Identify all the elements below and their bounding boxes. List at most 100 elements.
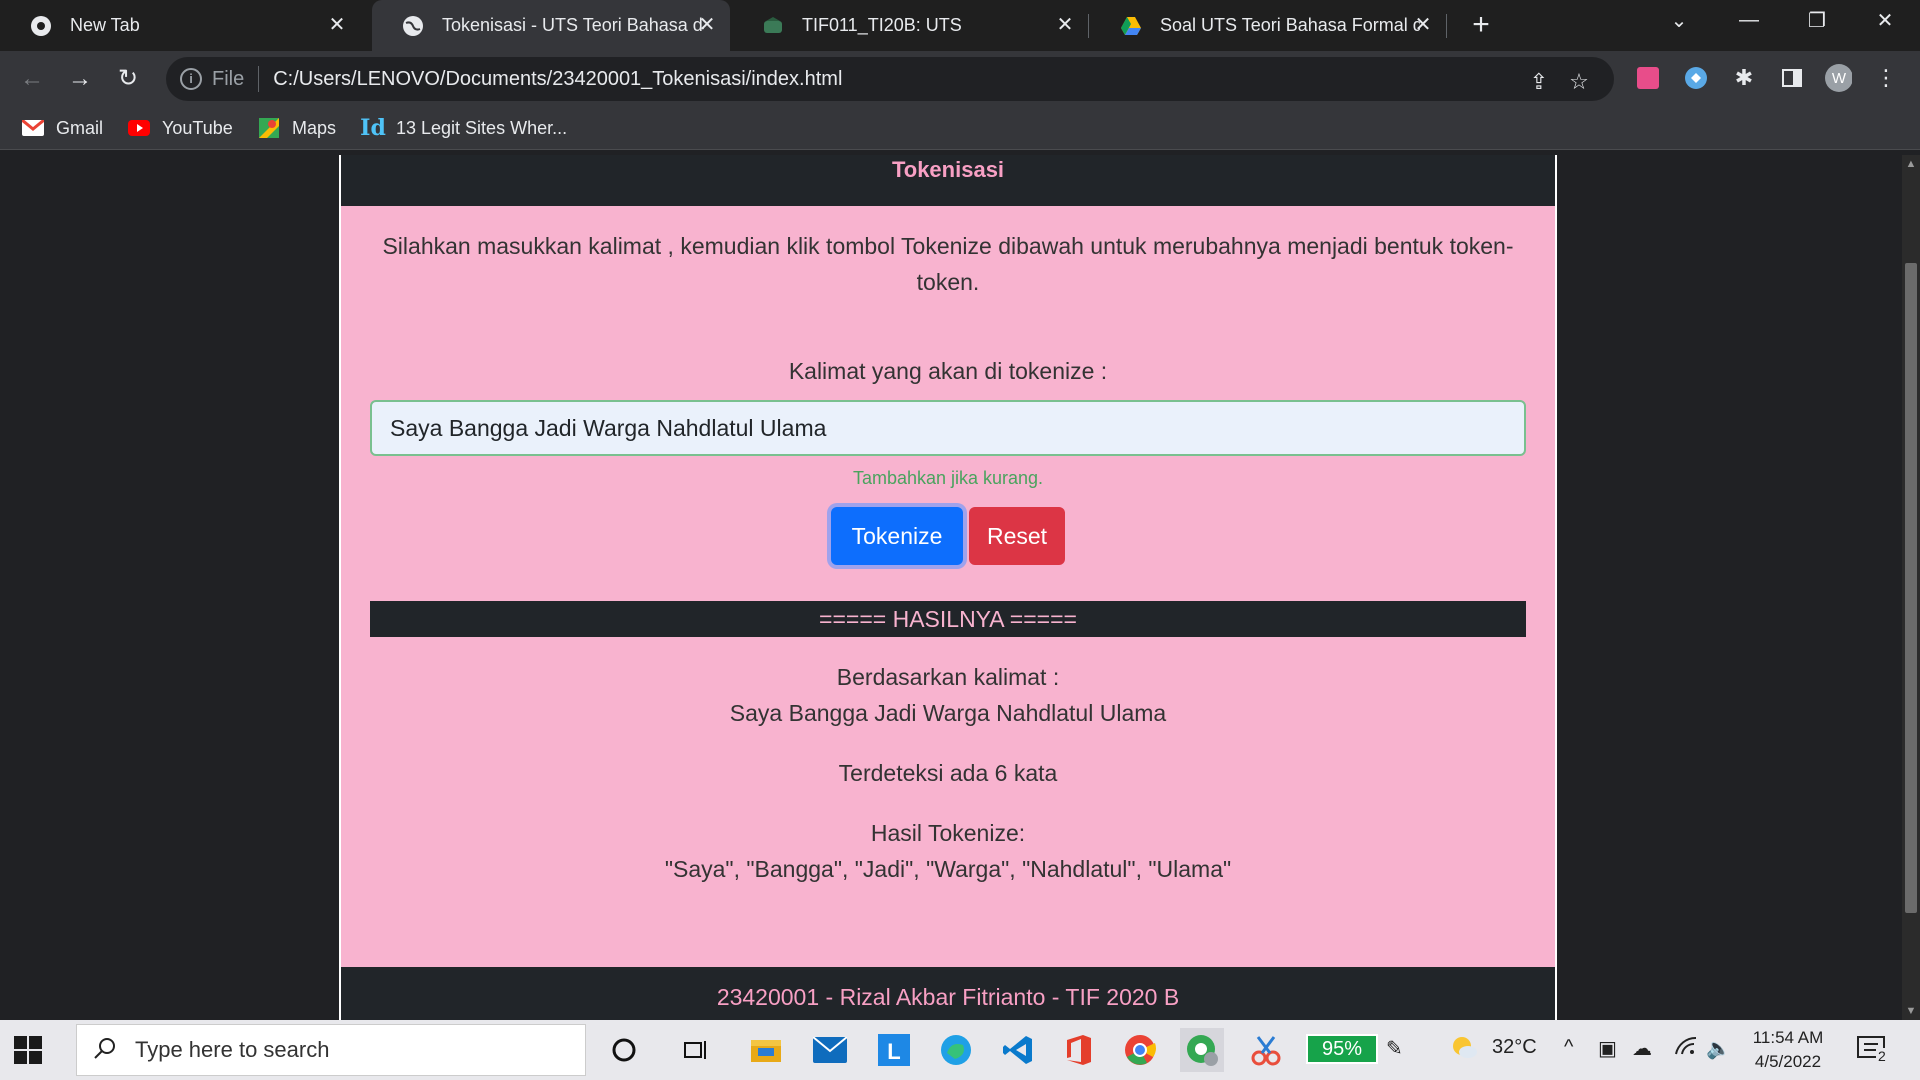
device-icon[interactable]: ▣ <box>1598 1036 1617 1061</box>
address-bar[interactable]: i File C:/Users/LENOVO/Documents/2342000… <box>166 57 1614 101</box>
pen-icon[interactable]: ✎ <box>1386 1036 1403 1061</box>
vertical-scrollbar[interactable]: ▲ ▼ <box>1902 155 1920 1020</box>
minimize-button[interactable]: — <box>1714 0 1784 40</box>
restore-button[interactable]: ❐ <box>1782 0 1852 40</box>
l-app-icon[interactable]: L <box>872 1028 916 1072</box>
share-icon[interactable]: ⇪ <box>1526 69 1552 95</box>
cortana-icon[interactable] <box>602 1028 646 1072</box>
tab-close-icon[interactable]: ✕ <box>1412 14 1434 36</box>
address-scheme: File <box>212 67 245 90</box>
bookmark-label: YouTube <box>162 117 233 138</box>
chevron-up-icon[interactable]: ^ <box>1564 1036 1573 1059</box>
tab-title: Soal UTS Teori Bahasa Formal dan <box>1160 15 1420 35</box>
bookmark-maps[interactable]: Maps <box>258 114 336 142</box>
tab-strip: New Tab ✕ Tokenisasi - UTS Teori Bahasa … <box>0 0 1920 51</box>
windows-taskbar: Type here to search L 95% ✎ 32°C ^ ▣ ☁ 🔈 <box>0 1020 1920 1080</box>
bookmark-legit-sites[interactable]: Id 13 Legit Sites Wher... <box>360 114 567 142</box>
profile-avatar[interactable]: W <box>1824 64 1852 92</box>
tokens-value: "Saya", "Bangga", "Jadi", "Warga", "Nahd… <box>664 856 1232 882</box>
file-explorer-icon[interactable] <box>744 1028 788 1072</box>
gmail-icon <box>22 119 44 137</box>
input-hint: Tambahkan jika kurang. <box>852 468 1044 488</box>
google-drive-icon <box>1120 15 1142 37</box>
address-url: C:/Users/LENOVO/Documents/23420001_Token… <box>273 67 843 90</box>
based-on-value: Saya Bangga Jadi Warga Nahdlatul Ulama <box>729 700 1167 726</box>
search-icon <box>93 1036 117 1065</box>
extension-blue-icon[interactable] <box>1682 64 1710 92</box>
side-panel-icon[interactable] <box>1778 64 1806 92</box>
tab-close-icon[interactable]: ✕ <box>1054 14 1076 36</box>
reset-button[interactable]: Reset <box>969 507 1065 565</box>
clock[interactable]: 11:54 AM 4/5/2022 <box>1740 1026 1836 1074</box>
tokenize-button[interactable]: Tokenize <box>831 507 963 565</box>
page-footer: 23420001 - Rizal Akbar Fitrianto - TIF 2… <box>341 967 1555 1020</box>
tab-title: Tokenisasi - UTS Teori Bahasa dan <box>442 15 704 35</box>
forward-button[interactable]: → <box>64 63 96 95</box>
weather-sun-icon[interactable] <box>1448 1032 1478 1068</box>
tab-tif011[interactable]: TIF011_TI20B: UTS ✕ <box>732 0 1088 51</box>
scrollbar-thumb[interactable] <box>1905 263 1917 913</box>
page-viewport: Tokenisasi Silahkan masukkan kalimat , k… <box>0 155 1902 1020</box>
chrome-profile-taskbar-icon[interactable] <box>1180 1028 1224 1072</box>
tokenisasi-page: Tokenisasi Silahkan masukkan kalimat , k… <box>339 155 1557 1020</box>
extensions-puzzle-icon[interactable]: ✱ <box>1730 64 1758 92</box>
menu-kebab-icon[interactable]: ⋮ <box>1872 64 1900 92</box>
tab-divider <box>1446 14 1447 38</box>
tab-tokenisasi[interactable]: Tokenisasi - UTS Teori Bahasa dan ✕ <box>372 0 730 51</box>
tab-new-tab[interactable]: New Tab ✕ <box>0 0 360 51</box>
reload-button[interactable]: ↻ <box>112 63 144 95</box>
windows-start-icon[interactable] <box>14 1036 42 1064</box>
taskbar-search[interactable]: Type here to search <box>76 1024 586 1076</box>
address-divider <box>258 66 260 92</box>
chrome-icon <box>30 15 52 37</box>
bookmark-youtube[interactable]: YouTube <box>128 114 233 142</box>
onedrive-cloud-icon[interactable]: ☁ <box>1632 1036 1652 1061</box>
edge-icon[interactable] <box>934 1028 978 1072</box>
intro-text: Silahkan masukkan kalimat , kemudian kli… <box>382 233 1514 295</box>
tab-search-icon[interactable]: ⌄ <box>1644 0 1714 40</box>
tab-close-icon[interactable]: ✕ <box>696 14 718 36</box>
toolbar: ← → ↻ i File C:/Users/LENOVO/Documents/2… <box>0 51 1920 106</box>
sentence-input[interactable] <box>370 400 1526 456</box>
maps-icon <box>258 118 280 138</box>
bookmark-gmail[interactable]: Gmail <box>22 114 103 142</box>
button-group: Tokenize Reset <box>341 507 1555 565</box>
back-button[interactable]: ← <box>16 63 48 95</box>
wifi-icon[interactable] <box>1674 1036 1698 1062</box>
tab-soal-uts[interactable]: Soal UTS Teori Bahasa Formal dan ✕ <box>1090 0 1446 51</box>
youtube-icon <box>128 119 150 137</box>
temperature[interactable]: 32°C <box>1492 1036 1537 1059</box>
extension-pink-icon[interactable] <box>1634 64 1662 92</box>
notification-count: 2 <box>1876 1048 1888 1064</box>
page-header: Tokenisasi <box>341 155 1555 206</box>
task-view-icon[interactable] <box>674 1028 718 1072</box>
result-header: ===== HASILNYA ===== <box>370 601 1526 637</box>
bookmarks-bar: Gmail YouTube Maps Id 13 Legit Sites Whe… <box>0 106 1920 150</box>
tab-title: TIF011_TI20B: UTS <box>802 15 962 35</box>
bookmark-star-icon[interactable]: ☆ <box>1566 69 1592 95</box>
close-window-button[interactable]: ✕ <box>1850 0 1920 40</box>
battery-indicator[interactable]: 95% <box>1306 1034 1378 1064</box>
svg-text:L: L <box>887 1039 900 1064</box>
bookmark-label: Maps <box>292 117 337 138</box>
snipping-tool-icon[interactable] <box>1244 1028 1288 1072</box>
id-icon: Id <box>360 115 386 141</box>
chrome-taskbar-icon[interactable] <box>1118 1028 1162 1072</box>
new-tab-button[interactable]: + <box>1466 10 1496 40</box>
scroll-down-icon[interactable]: ▼ <box>1902 1002 1920 1020</box>
input-label: Kalimat yang akan di tokenize : <box>788 358 1108 384</box>
info-icon[interactable]: i <box>180 68 202 90</box>
volume-icon[interactable]: 🔈 <box>1706 1036 1731 1061</box>
notification-center-icon[interactable]: 2 <box>1856 1034 1890 1066</box>
search-placeholder: Type here to search <box>135 1037 330 1062</box>
mail-icon[interactable] <box>808 1028 852 1072</box>
tab-title: New Tab <box>70 15 140 35</box>
globe-icon <box>402 15 424 37</box>
bookmark-label: Gmail <box>56 117 104 138</box>
tab-close-icon[interactable]: ✕ <box>326 14 348 36</box>
office-icon[interactable] <box>1056 1028 1100 1072</box>
vscode-icon[interactable] <box>996 1028 1040 1072</box>
clock-date: 4/5/2022 <box>1754 1052 1822 1071</box>
scroll-up-icon[interactable]: ▲ <box>1902 155 1920 173</box>
tokens-label: Hasil Tokenize: <box>870 820 1026 846</box>
